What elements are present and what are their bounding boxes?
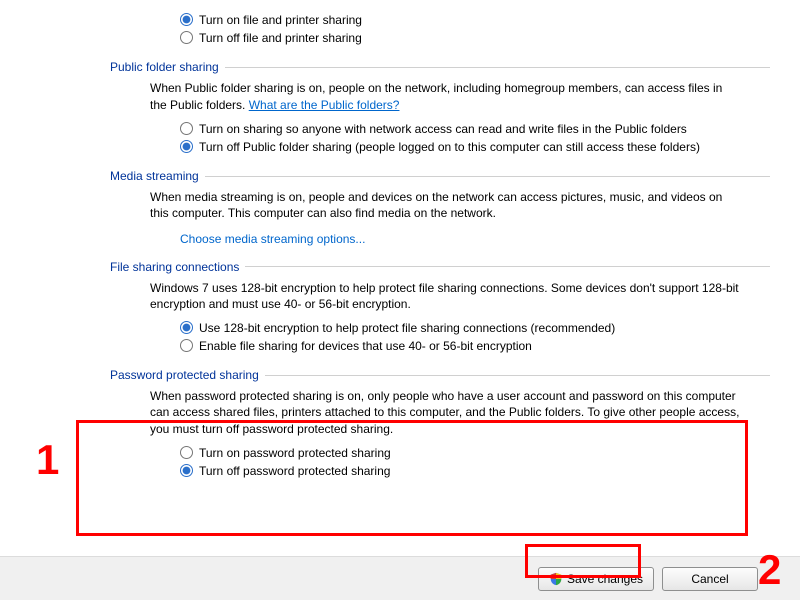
password-desc: When password protected sharing is on, o… bbox=[30, 388, 770, 443]
public-folders-link[interactable]: What are the Public folders? bbox=[249, 98, 400, 112]
public-folder-title: Public folder sharing bbox=[110, 60, 225, 74]
cancel-button[interactable]: Cancel bbox=[662, 567, 758, 591]
divider bbox=[245, 266, 770, 267]
encryption-40-56-label: Enable file sharing for devices that use… bbox=[199, 338, 770, 354]
public-folder-off-radio[interactable] bbox=[180, 140, 193, 153]
media-title: Media streaming bbox=[110, 169, 205, 183]
password-title: Password protected sharing bbox=[110, 368, 265, 382]
password-on-radio[interactable] bbox=[180, 446, 193, 459]
shield-icon bbox=[549, 572, 563, 586]
file-conn-desc: Windows 7 uses 128-bit encryption to hel… bbox=[30, 280, 770, 318]
encryption-128-radio[interactable] bbox=[180, 321, 193, 334]
annotation-number-2: 2 bbox=[758, 546, 781, 594]
file-printer-off-label: Turn off file and printer sharing bbox=[199, 30, 770, 46]
public-folder-on-label: Turn on sharing so anyone with network a… bbox=[199, 121, 770, 137]
public-folder-on-radio[interactable] bbox=[180, 122, 193, 135]
button-bar: Save changes Cancel bbox=[0, 556, 800, 600]
divider bbox=[205, 176, 770, 177]
annotation-number-1: 1 bbox=[36, 436, 59, 484]
password-on-label: Turn on password protected sharing bbox=[199, 445, 770, 461]
divider bbox=[265, 375, 770, 376]
media-options-link[interactable]: Choose media streaming options... bbox=[30, 232, 770, 246]
file-connections-section: File sharing connections Windows 7 uses … bbox=[30, 260, 770, 355]
password-sharing-section: Password protected sharing When password… bbox=[30, 368, 770, 479]
encryption-40-56-radio[interactable] bbox=[180, 339, 193, 352]
password-off-radio[interactable] bbox=[180, 464, 193, 477]
file-printer-on-radio[interactable] bbox=[180, 13, 193, 26]
file-printer-off-radio[interactable] bbox=[180, 31, 193, 44]
file-conn-title: File sharing connections bbox=[110, 260, 245, 274]
password-off-label: Turn off password protected sharing bbox=[199, 463, 770, 479]
public-folder-desc-text: When Public folder sharing is on, people… bbox=[150, 81, 722, 111]
save-changes-button[interactable]: Save changes bbox=[538, 567, 654, 591]
public-folder-desc: When Public folder sharing is on, people… bbox=[30, 80, 770, 118]
public-folder-off-label: Turn off Public folder sharing (people l… bbox=[199, 139, 770, 155]
settings-content: Turn on file and printer sharing Turn of… bbox=[0, 0, 800, 479]
divider bbox=[225, 67, 770, 68]
cancel-button-label: Cancel bbox=[691, 572, 728, 586]
file-printer-sharing-group: Turn on file and printer sharing Turn of… bbox=[30, 12, 770, 46]
encryption-128-label: Use 128-bit encryption to help protect f… bbox=[199, 320, 770, 336]
file-printer-on-label: Turn on file and printer sharing bbox=[199, 12, 770, 28]
public-folder-section: Public folder sharing When Public folder… bbox=[30, 60, 770, 155]
media-desc: When media streaming is on, people and d… bbox=[30, 189, 770, 227]
save-button-label: Save changes bbox=[567, 572, 643, 586]
media-streaming-section: Media streaming When media streaming is … bbox=[30, 169, 770, 245]
